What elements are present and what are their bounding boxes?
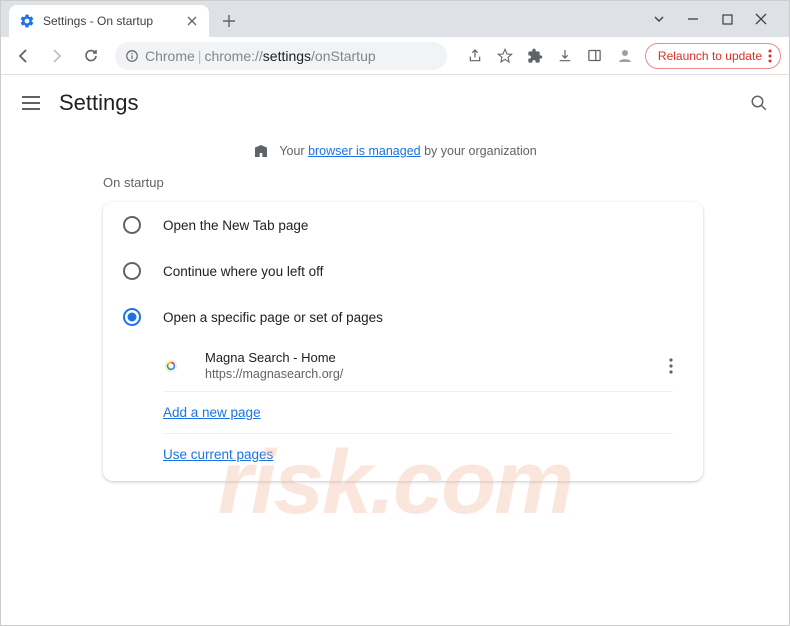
option-new-tab[interactable]: Open the New Tab page (103, 202, 703, 248)
browser-managed-link[interactable]: browser is managed (308, 144, 421, 158)
menu-icon[interactable] (21, 93, 41, 113)
radio-icon (123, 262, 141, 280)
tab-favicon-settings (19, 13, 35, 29)
startup-card: Open the New Tab page Continue where you… (103, 202, 703, 481)
omnibox-scheme: Chrome (145, 48, 195, 64)
page-entry-url: https://magnasearch.org/ (205, 367, 659, 381)
side-panel-icon[interactable] (585, 46, 605, 66)
building-icon (253, 143, 269, 159)
site-info-icon[interactable] (125, 49, 139, 63)
chevron-down-icon[interactable] (651, 11, 667, 27)
option-specific-pages[interactable]: Open a specific page or set of pages (103, 294, 703, 340)
close-icon[interactable] (185, 14, 199, 28)
radio-icon (123, 216, 141, 234)
startup-page-entry: Magna Search - Home https://magnasearch.… (163, 340, 693, 391)
option-continue[interactable]: Continue where you left off (103, 248, 703, 294)
browser-tab[interactable]: Settings - On startup (9, 5, 209, 37)
page-title: Settings (59, 90, 139, 116)
back-button[interactable] (9, 42, 37, 70)
downloads-icon[interactable] (555, 46, 575, 66)
omnibox-url: chrome://settings/onStartup (204, 48, 375, 64)
close-window-icon[interactable] (753, 11, 769, 27)
bookmark-icon[interactable] (495, 46, 515, 66)
relaunch-update-button[interactable]: Relaunch to update (645, 43, 781, 69)
maximize-icon[interactable] (719, 11, 735, 27)
search-icon[interactable] (749, 93, 769, 113)
tab-bar: Settings - On startup (1, 1, 789, 37)
add-page-link[interactable]: Add a new page (163, 391, 673, 433)
managed-banner: Your browser is managed by your organiza… (1, 131, 789, 175)
share-icon[interactable] (465, 46, 485, 66)
omnibox[interactable]: Chrome | chrome://settings/onStartup (115, 42, 447, 70)
extensions-icon[interactable] (525, 46, 545, 66)
section-label: On startup (23, 175, 767, 202)
forward-button[interactable] (43, 42, 71, 70)
reload-button[interactable] (77, 42, 105, 70)
settings-content: On startup Open the New Tab page Continu… (1, 175, 789, 481)
window-controls (651, 1, 789, 37)
use-current-pages-link[interactable]: Use current pages (163, 433, 673, 475)
tab-title: Settings - On startup (43, 14, 177, 28)
page-favicon (163, 358, 179, 374)
page-more-button[interactable] (659, 354, 683, 378)
settings-header: Settings (1, 75, 789, 131)
radio-icon-selected (123, 308, 141, 326)
browser-toolbar: Chrome | chrome://settings/onStartup Rel… (1, 37, 789, 75)
minimize-icon[interactable] (685, 11, 701, 27)
menu-dots-icon (768, 49, 772, 63)
page-entry-title: Magna Search - Home (205, 350, 659, 365)
profile-icon[interactable] (615, 46, 635, 66)
new-tab-button[interactable] (215, 7, 243, 35)
